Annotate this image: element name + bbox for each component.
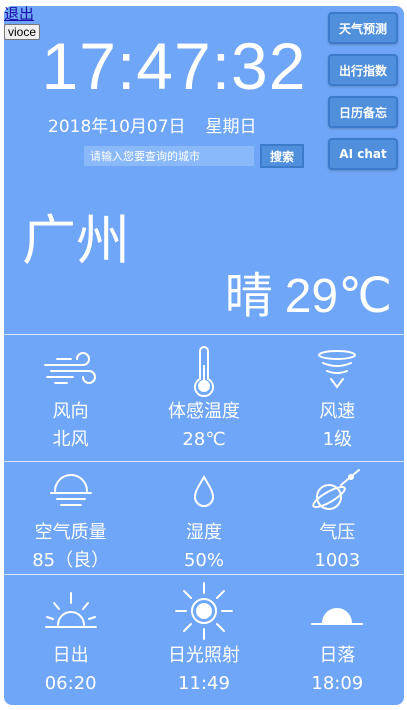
calendar-memo-button[interactable]: 日历备忘: [328, 96, 398, 128]
detail-label: 湿度: [185, 522, 222, 543]
detail-value: 28℃: [182, 429, 226, 450]
detail-label: 风向: [52, 401, 89, 422]
details-row-1: 风向 北风 体感温度 28℃ 风速 1级: [4, 334, 404, 461]
detail-label: 气压: [319, 522, 356, 543]
detail-humidity: 湿度 50%: [137, 462, 270, 574]
tornado-icon: [315, 347, 359, 395]
side-menu: 天气预测 出行指数 日历备忘 AI chat: [328, 12, 398, 170]
sunshine-icon: [174, 582, 234, 640]
detail-air-quality: 空气质量 85（良）: [4, 462, 137, 574]
details-row-2: 空气质量 85（良） 湿度 50% 气压 1003: [4, 461, 404, 574]
detail-feels-like: 体感温度 28℃: [137, 335, 270, 461]
pressure-icon: [311, 466, 363, 516]
detail-sunrise: 日出 06:20: [4, 575, 137, 705]
detail-wind-speed: 风速 1级: [271, 335, 404, 461]
top-links: 退出 vioce: [4, 6, 41, 40]
weather-card: 17:47:32 2018年10月07日 星期日 天气预测 出行指数 日历备忘 A…: [4, 6, 404, 705]
current-temperature: 29℃: [284, 270, 392, 323]
ai-chat-button[interactable]: AI chat: [328, 138, 398, 170]
clock-weekday: 星期日: [205, 117, 257, 137]
detail-value: 1级: [322, 429, 353, 450]
city-search: 搜索: [84, 144, 305, 168]
detail-wind-direction: 风向 北风: [4, 335, 137, 461]
detail-value: 1003: [314, 550, 361, 571]
detail-label: 日落: [319, 645, 356, 666]
city-name: 广州: [22, 209, 130, 272]
travel-index-button[interactable]: 出行指数: [328, 54, 398, 86]
detail-label: 日出: [52, 645, 89, 666]
detail-value: 北风: [52, 429, 89, 450]
clock-time: 17:47:32: [41, 29, 307, 103]
voice-button[interactable]: vioce: [4, 24, 41, 40]
exit-link[interactable]: 退出: [4, 6, 40, 23]
detail-value: 06:20: [44, 673, 97, 694]
sunrise-icon: [44, 583, 98, 639]
details-row-3: 日出 06:20 日光照射 11:49 日落 18:09: [4, 574, 404, 705]
detail-sunshine: 日光照射 11:49: [137, 575, 270, 705]
sunset-icon: [310, 583, 364, 639]
detail-sunset: 日落 18:09: [271, 575, 404, 705]
detail-pressure: 气压 1003: [271, 462, 404, 574]
detail-label: 日光照射: [167, 645, 240, 666]
detail-value: 85（良）: [32, 550, 110, 571]
air-quality-icon: [49, 466, 93, 516]
detail-value: 11:49: [178, 673, 230, 694]
detail-label: 风速: [319, 401, 356, 422]
search-button[interactable]: 搜索: [260, 144, 305, 168]
clock-date: 2018年10月07日: [48, 117, 186, 137]
detail-value: 18:09: [311, 673, 364, 694]
wind-icon: [43, 347, 99, 395]
current-weather: 晴 29℃: [225, 256, 392, 326]
humidity-drop-icon: [192, 466, 216, 516]
city-search-input[interactable]: [84, 146, 254, 166]
weather-condition: 晴: [224, 268, 273, 324]
detail-label: 体感温度: [167, 401, 240, 422]
clock-date-line: 2018年10月07日 星期日: [48, 112, 257, 137]
forecast-button[interactable]: 天气预测: [328, 12, 398, 44]
detail-label: 空气质量: [34, 522, 107, 543]
detail-value: 50%: [183, 550, 224, 571]
thermometer-icon: [191, 346, 217, 397]
